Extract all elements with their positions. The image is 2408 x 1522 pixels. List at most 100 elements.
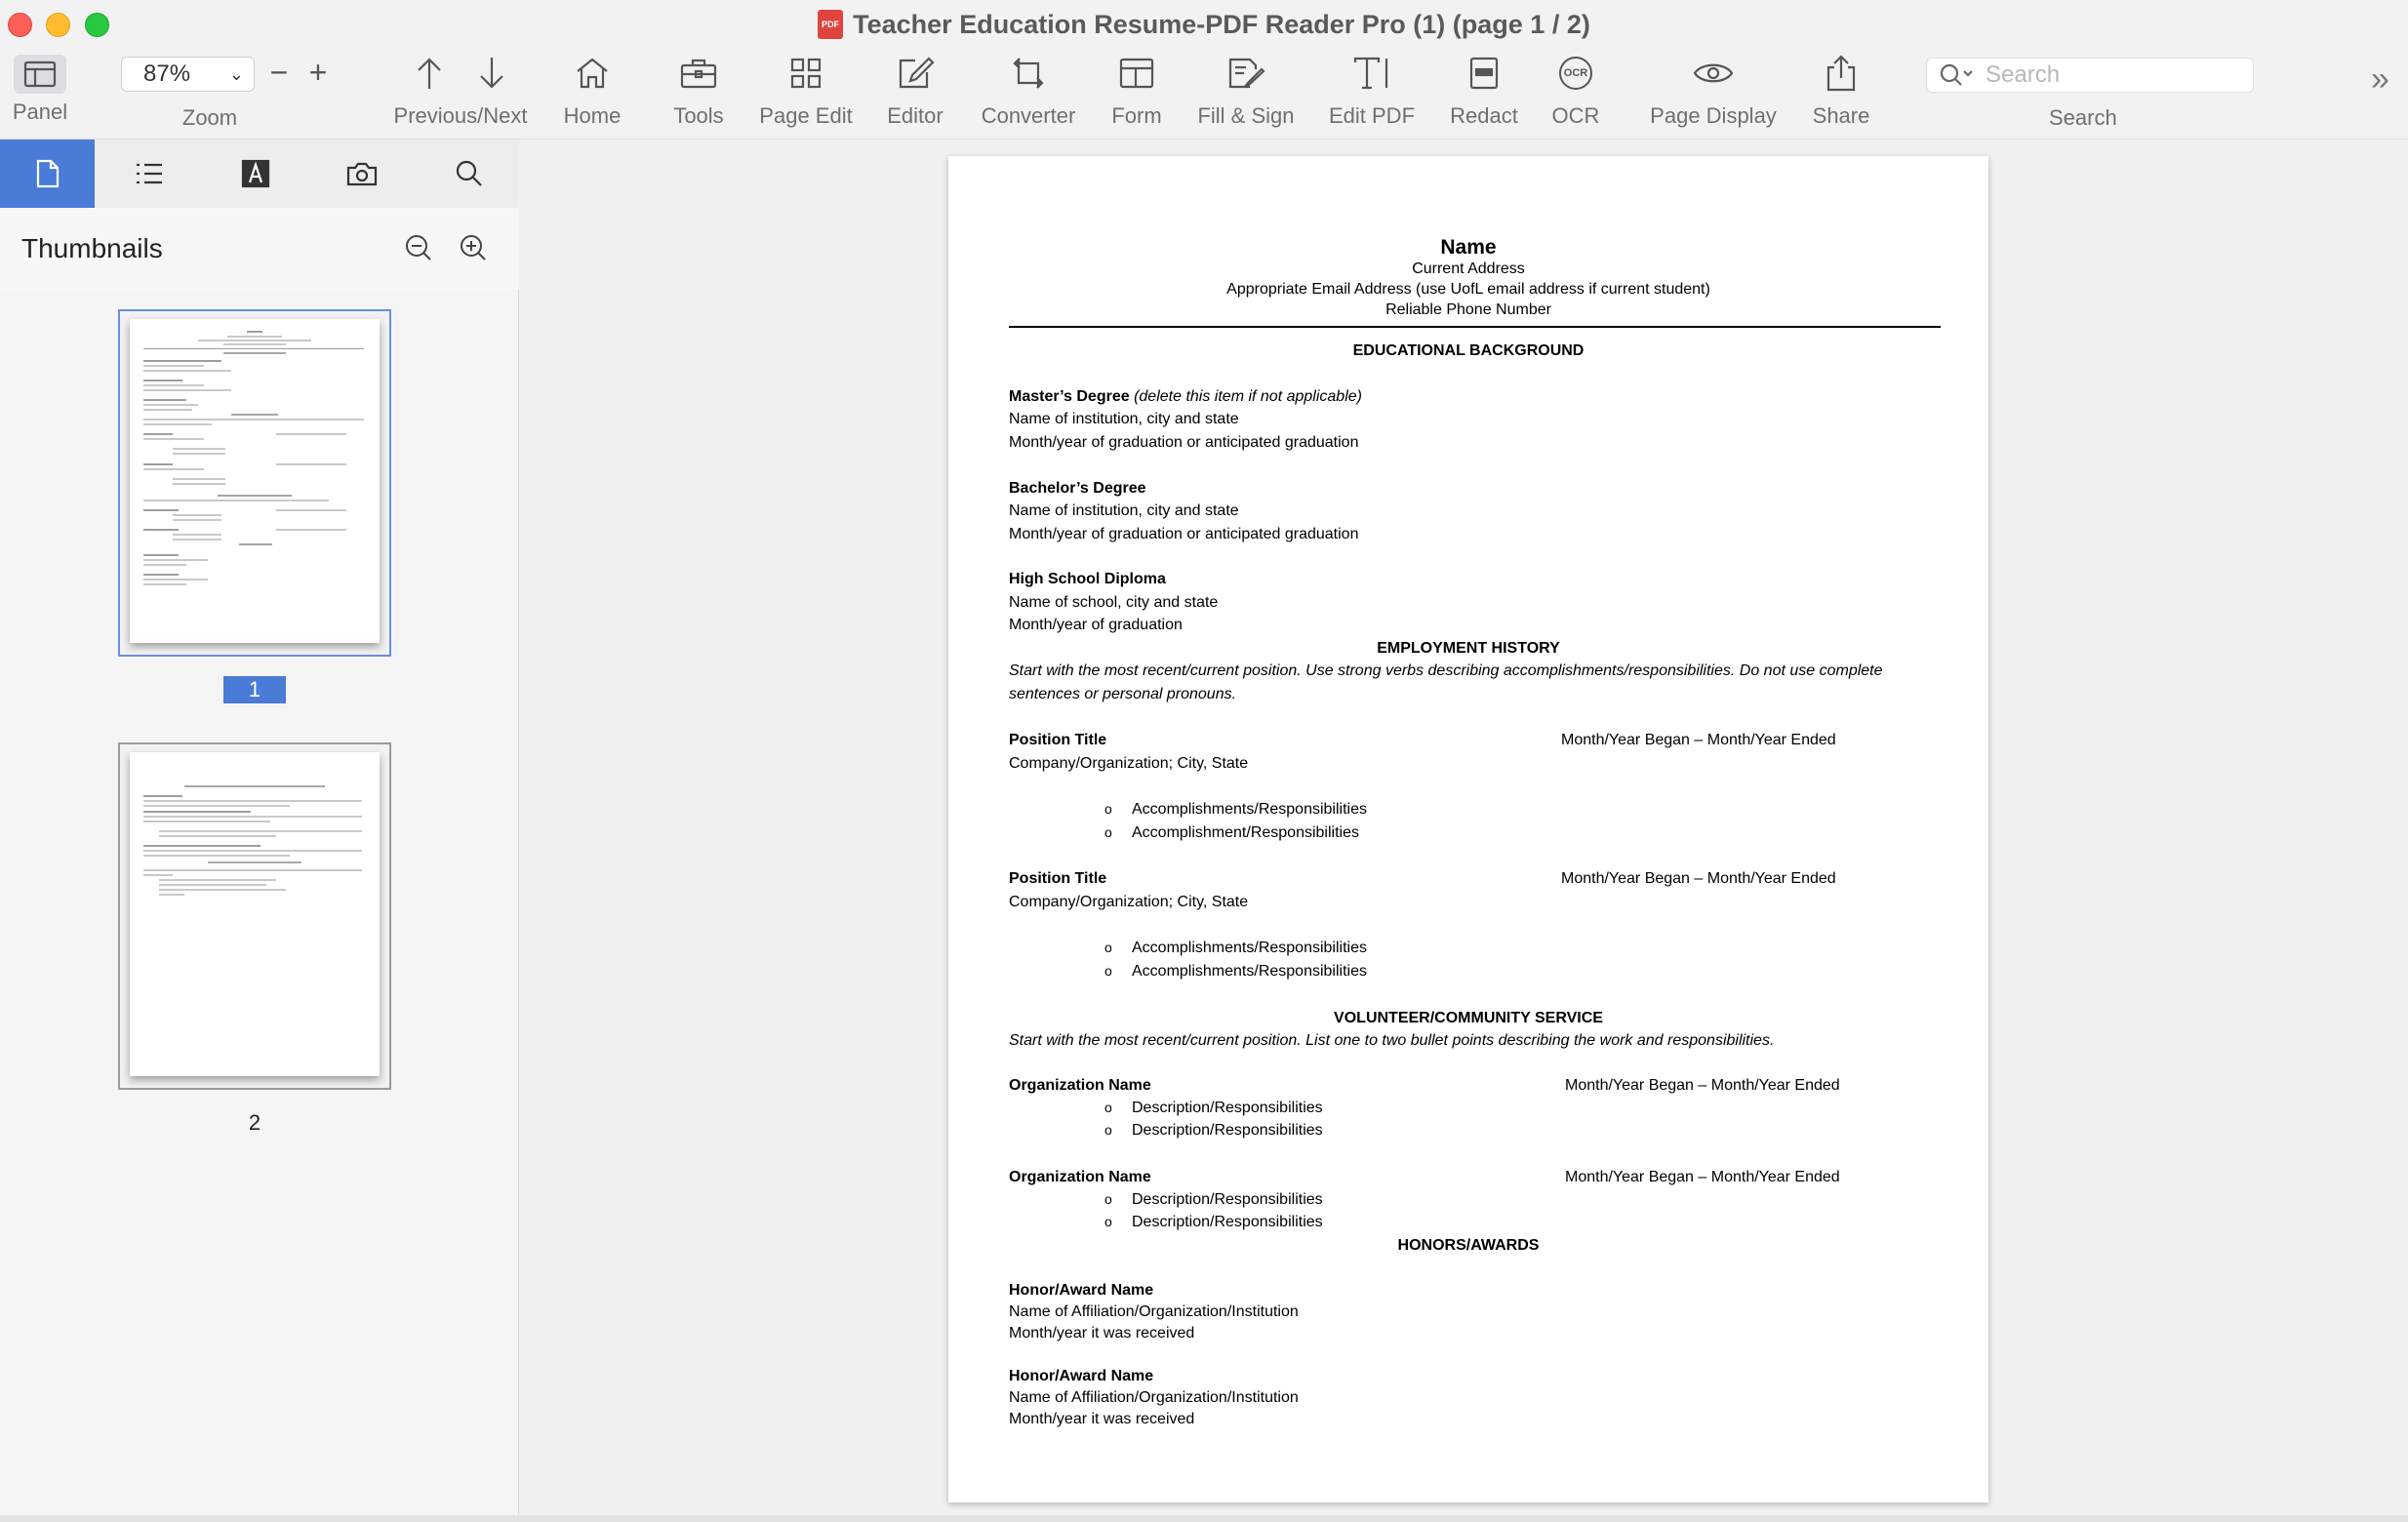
bachelors-title: Bachelor’s Degree [1009, 480, 1146, 497]
thumbnail-zoom-in-button[interactable] [459, 233, 488, 262]
bullet-marker: o [1104, 963, 1112, 979]
fill-sign-label: Fill & Sign [1197, 103, 1295, 128]
grid-icon [790, 58, 822, 89]
search-label: Search [2049, 105, 2117, 130]
text-edit-icon [1353, 57, 1388, 90]
organization-dates: Month/Year Began – Month/Year Ended [1565, 1077, 1840, 1094]
fill-sign-button[interactable]: Fill & Sign [1189, 49, 1303, 139]
home-button[interactable]: Home [556, 49, 628, 139]
bullet-marker: o [1104, 1100, 1112, 1115]
zoom-in-button[interactable]: + [301, 55, 336, 90]
form-label: Form [1111, 103, 1162, 128]
edit-icon [899, 57, 935, 89]
position-bullet: Accomplishments/Responsibilities [1132, 801, 1367, 818]
document-viewer[interactable]: Name Current Address Appropriate Email A… [519, 140, 2408, 1522]
section-heading: EDUCATIONAL BACKGROUND [1352, 342, 1585, 359]
search-field[interactable] [1926, 58, 2254, 93]
share-icon [1826, 55, 1856, 92]
zoom-select[interactable]: 87% ⌄ [121, 57, 255, 92]
share-label: Share [1812, 103, 1870, 128]
redact-label: Redact [1450, 103, 1518, 128]
page-edit-button[interactable]: Page Edit [752, 49, 860, 139]
thumbnails-title: Thumbnails [21, 233, 163, 263]
window-title: Teacher Education Resume-PDF Reader Pro … [853, 9, 1590, 39]
editor-label: Editor [887, 103, 943, 128]
bullet-marker: o [1104, 940, 1112, 955]
form-button[interactable]: Form [1103, 49, 1171, 139]
share-button[interactable]: Share [1805, 49, 1877, 139]
eye-icon [1693, 63, 1734, 83]
position-title: Position Title [1009, 870, 1107, 887]
redact-button[interactable]: Redact [1440, 49, 1528, 139]
position-title: Position Title [1009, 732, 1107, 748]
position-bullet: Accomplishments/Responsibilities [1132, 963, 1367, 980]
search-input[interactable] [1984, 60, 2241, 90]
hs-title: High School Diploma [1009, 571, 1166, 587]
zoom-out-button[interactable]: − [261, 55, 297, 90]
form-icon [1119, 58, 1154, 89]
title-bar: PDF Teacher Education Resume-PDF Reader … [0, 0, 2408, 49]
annotation-icon [241, 159, 269, 188]
edit-pdf-button[interactable]: Edit PDF [1323, 49, 1421, 139]
arrow-down-icon[interactable] [477, 56, 506, 91]
hs-graduation: Month/year of graduation [1009, 617, 1183, 633]
page-icon [36, 159, 59, 188]
arrow-up-icon[interactable] [415, 56, 444, 91]
panel-button[interactable]: Panel [5, 49, 75, 139]
tab-search[interactable] [421, 140, 516, 208]
thumbnail-page-image [130, 319, 380, 643]
toolbar-overflow-button[interactable]: » [2371, 60, 2389, 99]
position-company: Company/Organization; City, State [1009, 755, 1249, 772]
convert-icon [1013, 58, 1044, 89]
home-label: Home [563, 103, 622, 128]
horizontal-scrollbar[interactable] [0, 1515, 2408, 1522]
tools-label: Tools [673, 103, 724, 128]
previous-next-label: Previous/Next [393, 103, 528, 128]
masters-institution: Name of institution, city and state [1009, 411, 1239, 427]
converter-label: Converter [981, 103, 1076, 128]
tools-button[interactable]: Tools [662, 49, 735, 139]
organization-name: Organization Name [1009, 1077, 1151, 1094]
honor-affiliation: Name of Affiliation/Organization/Institu… [1009, 1303, 1299, 1320]
ocr-button[interactable]: OCR OCR [1546, 49, 1605, 139]
tab-outline[interactable] [101, 140, 196, 208]
edit-pdf-label: Edit PDF [1328, 103, 1416, 128]
volunteer-instructions: Start with the most recent/current posit… [1009, 1032, 1775, 1049]
redact-icon [1469, 57, 1499, 90]
tab-annotations[interactable] [208, 140, 302, 208]
panel-label: Panel [12, 100, 68, 124]
toolbox-icon [680, 59, 717, 89]
bullet-marker: o [1104, 824, 1112, 840]
page-thumbnail-2[interactable] [118, 742, 391, 1090]
masters-title: Master’s Degree [1009, 388, 1130, 405]
zoom-label: Zoom [181, 105, 238, 130]
section-heading: VOLUNTEER/COMMUNITY SERVICE [1334, 1010, 1603, 1026]
thumbnail-zoom-out-button[interactable] [404, 233, 433, 262]
hs-school: Name of school, city and state [1009, 594, 1219, 611]
tab-thumbnails[interactable] [0, 140, 95, 208]
signature-icon [1228, 58, 1265, 89]
bullet-marker: o [1104, 1191, 1112, 1207]
previous-next-button[interactable]: Previous/Next [382, 49, 539, 139]
zoom-out-icon [406, 235, 431, 260]
page-display-label: Page Display [1650, 103, 1777, 128]
ocr-label: OCR [1551, 103, 1600, 128]
resume-name: Name [1440, 236, 1497, 259]
home-icon [577, 58, 608, 89]
honor-name: Honor/Award Name [1009, 1282, 1154, 1299]
position-bullet: Accomplishment/Responsibilities [1132, 824, 1359, 841]
position-dates: Month/Year Began – Month/Year Ended [1561, 732, 1836, 748]
bullet-marker: o [1104, 1122, 1112, 1138]
editor-button[interactable]: Editor [876, 49, 954, 139]
converter-button[interactable]: Converter [972, 49, 1085, 139]
page-thumbnail-1[interactable] [118, 309, 391, 657]
camera-icon [346, 162, 377, 186]
bachelors-institution: Name of institution, city and state [1009, 502, 1239, 519]
zoom-value: 87% [143, 60, 191, 87]
zoom-in-icon [461, 235, 486, 260]
tab-snapshot[interactable] [314, 140, 409, 208]
email-address: Appropriate Email Address (use UofL emai… [1226, 281, 1710, 298]
section-heading: HONORS/AWARDS [1397, 1237, 1540, 1254]
ocr-icon: OCR [1559, 57, 1592, 90]
page-display-button[interactable]: Page Display [1643, 49, 1784, 139]
